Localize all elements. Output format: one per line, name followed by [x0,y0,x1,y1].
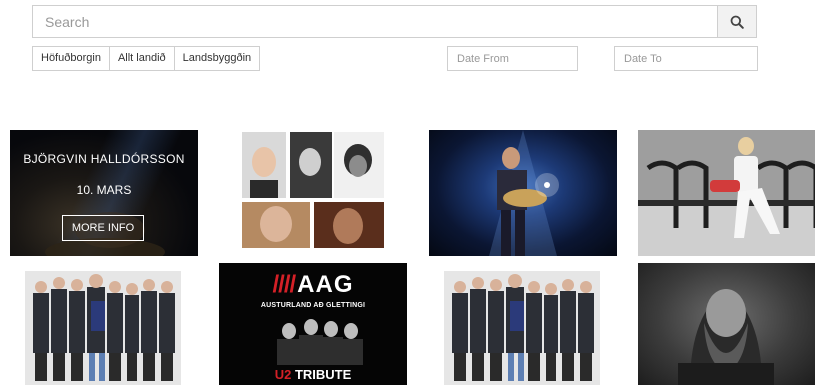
band-photo-image [25,271,181,385]
tribute-word: TRIBUTE [294,367,352,382]
stage-guitarist-image [489,130,559,256]
event-title: BJÖRGVIN HALLDÓRSSON [23,152,185,166]
event-tile-band-photo-2[interactable] [444,271,600,385]
search-button[interactable] [717,6,756,37]
event-tile-stage-guitarist[interactable] [429,130,617,256]
singer-bench-image [638,130,815,256]
region-filter-capital[interactable]: Höfuðborgin [32,46,110,71]
date-from-field[interactable] [447,46,578,71]
more-info-button[interactable]: MORE INFO [62,215,144,241]
event-tile-portrait-collage[interactable] [242,132,384,248]
event-tile-featured[interactable]: BJÖRGVIN HALLDÓRSSON 10. MARS MORE INFO [10,130,198,256]
portrait-collage-image [242,132,384,248]
search-bar [32,5,757,38]
event-tile-singer-bench[interactable] [638,130,815,256]
tribute-label: U2 TRIBUTE [219,367,407,382]
bearded-portrait-image [678,289,774,385]
event-tile-aag-tribute[interactable]: ////AAG AUSTURLAND AÐ GLETTINGI U2 TRIBU… [219,263,407,385]
region-filter-all[interactable]: Allt landið [108,46,175,71]
date-to-field[interactable] [614,46,758,71]
search-icon [730,15,744,29]
event-tile-bearded-portrait[interactable] [638,263,815,385]
event-tile-band-photo[interactable] [25,271,181,385]
region-filter-group: Höfuðborgin Allt landið Landsbyggðin [32,46,261,71]
band-photo-image [444,271,600,385]
tribute-u2: U2 [274,367,292,382]
search-input[interactable] [33,6,719,37]
region-filter-countryside[interactable]: Landsbyggðin [173,46,261,71]
event-date: 10. MARS [76,183,132,197]
